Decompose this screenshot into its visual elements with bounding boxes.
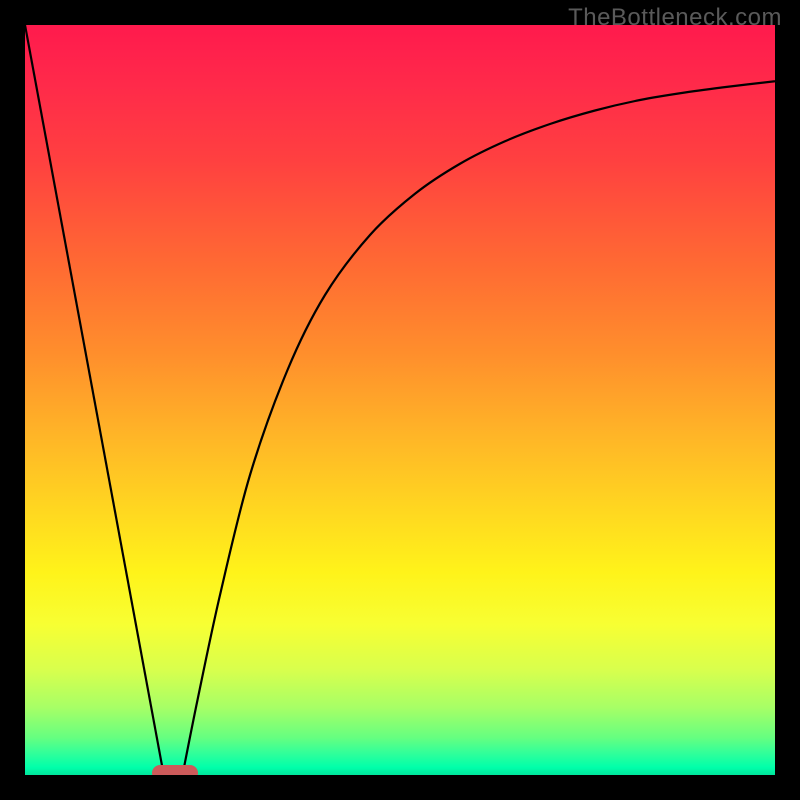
right-curve-path: [183, 81, 776, 775]
watermark-text: TheBottleneck.com: [568, 4, 782, 32]
curves-svg: [25, 25, 775, 775]
left-line-path: [25, 25, 164, 775]
minimum-marker: [152, 765, 198, 775]
chart-frame: TheBottleneck.com: [0, 0, 800, 800]
plot-area: [25, 25, 775, 775]
